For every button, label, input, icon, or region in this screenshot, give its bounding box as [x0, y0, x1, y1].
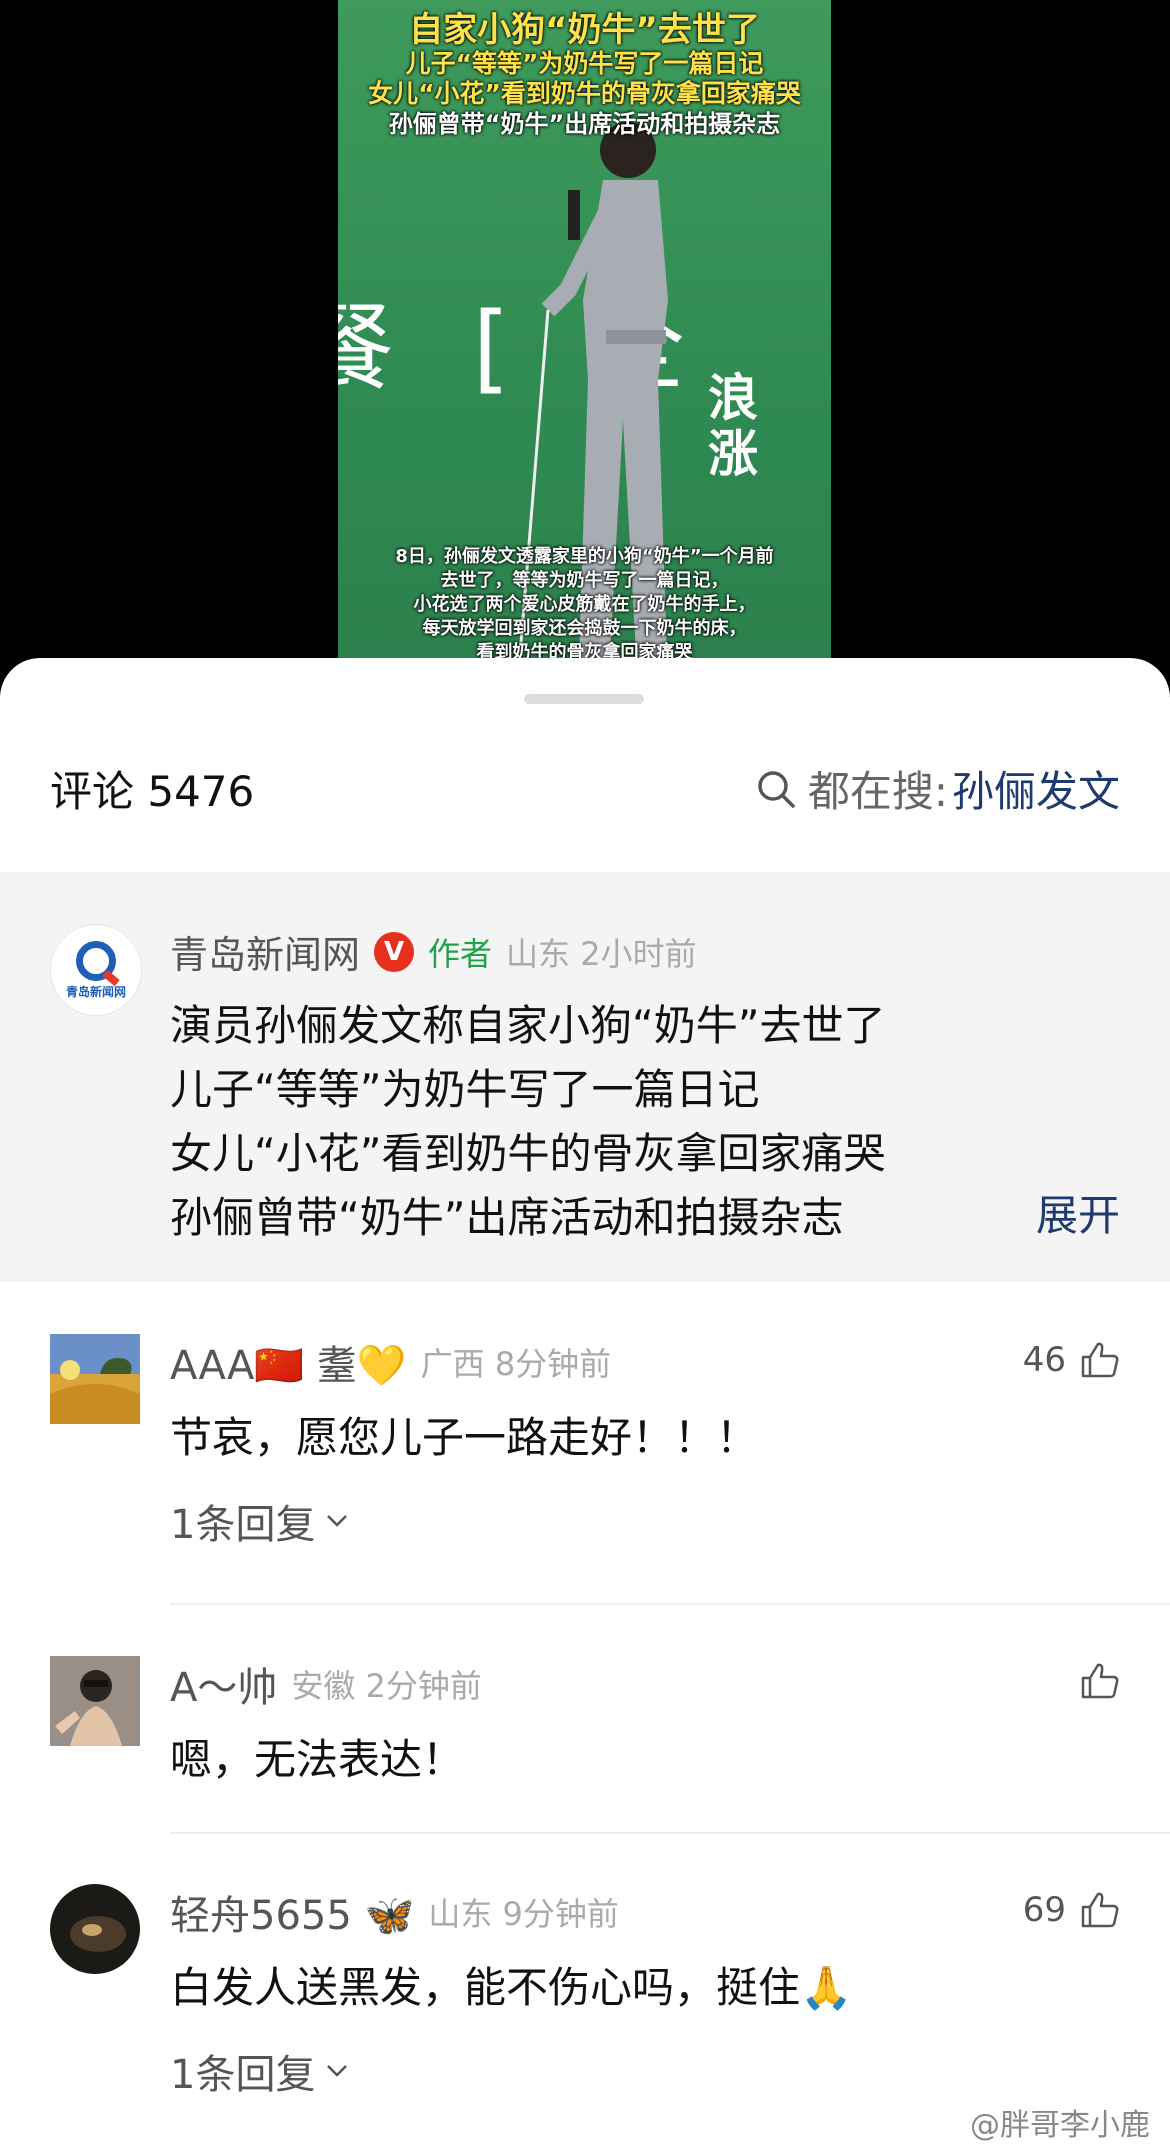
subtitle-line: 小花选了两个爱心皮筋戴在了奶牛的手上，: [413, 594, 756, 615]
comment-text: 嗯，无法表达！: [170, 1735, 465, 1784]
divider: [170, 1832, 1170, 1834]
comment-item[interactable]: A～帅 安徽 2分钟前 嗯，无法表达！: [0, 1656, 1170, 1796]
avatar[interactable]: [50, 1334, 140, 1424]
comment-item[interactable]: AAA🇨🇳 耋💛 广西 8分钟前 46 节哀，愿您儿子一路走好！！！ 1条回复: [0, 1334, 1170, 1564]
comment-author[interactable]: 轻舟5655 🦋: [170, 1883, 414, 1941]
avatar[interactable]: [50, 1884, 140, 1974]
comment-header: AAA🇨🇳 耋💛 广西 8分钟前: [170, 1334, 611, 1390]
comment-text: 节哀，愿您儿子一路走好！！！: [170, 1413, 759, 1462]
comment-header: A～帅 安徽 2分钟前: [170, 1656, 482, 1712]
comment-author[interactable]: A～帅: [170, 1655, 277, 1713]
comment-author[interactable]: AAA🇨🇳 耋💛: [170, 1333, 407, 1391]
comment-meta: 安徽 2分钟前: [291, 1667, 482, 1705]
author-header: 青岛新闻网 V 作者 山东 2小时前: [170, 924, 697, 979]
view-replies-button[interactable]: 1条回复: [170, 2042, 349, 2100]
comments-sheet: 评论 5476 都在搜: 孙俪发文 青岛新闻网 青岛新闻网 V 作者 山东 2小…: [0, 658, 1170, 2156]
reply-count: 1条回复: [170, 2052, 316, 2098]
channel-logo: 浪涨: [708, 369, 758, 483]
like-button[interactable]: [1066, 1662, 1120, 1700]
author-name[interactable]: 青岛新闻网: [170, 924, 360, 979]
video-frame[interactable]: 餐 [ 全 浪涨 自家小狗“奶牛”去世了 儿子“等等”为奶牛写了一篇日记 女儿“…: [338, 0, 831, 690]
hot-search-prefix: 都在搜:: [807, 767, 948, 816]
chevron-down-icon: [327, 2065, 348, 2077]
like-count: 46: [1022, 1340, 1066, 1380]
avatar[interactable]: 青岛新闻网: [50, 924, 142, 1016]
post-line: 女儿“小花”看到奶牛的骨灰拿回家痛哭: [170, 1129, 886, 1178]
thumbs-up-icon: [1081, 1892, 1119, 1928]
like-count: 69: [1022, 1890, 1066, 1930]
post-line: 儿子“等等”为奶牛写了一篇日记: [170, 1065, 760, 1114]
hot-search-topic[interactable]: 孙俪发文: [952, 758, 1120, 819]
like-button[interactable]: 69: [1023, 1890, 1120, 1930]
divider: [170, 1603, 1170, 1605]
video-player[interactable]: 餐 [ 全 浪涨 自家小狗“奶牛”去世了 儿子“等等”为奶牛写了一篇日记 女儿“…: [0, 0, 1170, 700]
avatar[interactable]: [50, 1656, 140, 1746]
reply-count: 1条回复: [170, 1502, 316, 1548]
thumbs-up-icon: [1081, 1342, 1119, 1378]
author-post-text: 演员孙俪发文称自家小狗“奶牛”去世了 儿子“等等”为奶牛写了一篇日记 女儿“小花…: [170, 994, 886, 1250]
hot-search-link[interactable]: 都在搜: 孙俪发文: [756, 758, 1120, 819]
weibo-watermark: @胖哥李小鹿: [970, 2100, 1150, 2144]
view-replies-button[interactable]: 1条回复: [170, 1492, 349, 1550]
comments-count-title: 评论 5476: [50, 767, 255, 816]
author-post[interactable]: 青岛新闻网 青岛新闻网 V 作者 山东 2小时前 演员孙俪发文称自家小狗“奶牛”…: [0, 872, 1170, 1282]
post-line: 演员孙俪发文称自家小狗“奶牛”去世了: [170, 1001, 886, 1050]
post-meta: 山东 2小时前: [506, 934, 697, 973]
expand-button[interactable]: 展开: [1036, 1182, 1120, 1243]
avatar-logo-text: 青岛新闻网: [65, 984, 126, 999]
subtitle-line: 8日，孙俪发文透露家里的小狗“奶牛”一个月前: [395, 546, 774, 567]
comment-item[interactable]: 轻舟5655 🦋 山东 9分钟前 69 白发人送黑发，能不伤心吗，挺住🙏 1条回…: [0, 1884, 1170, 2114]
watermark-text: @胖哥李小鹿: [970, 2108, 1150, 2143]
qingdao-news-logo-icon: [76, 940, 116, 981]
video-caption-line: 孙俪曾带“奶牛”出席活动和拍摄杂志: [388, 110, 781, 138]
subtitle-line: 去世了，等等为奶牛写了一篇日记，: [440, 570, 729, 591]
thumbs-up-icon: [1081, 1663, 1119, 1699]
comment-meta: 山东 9分钟前: [428, 1895, 619, 1933]
chevron-down-icon: [327, 1515, 348, 1527]
like-button[interactable]: 46: [1023, 1340, 1120, 1380]
comment-header: 轻舟5655 🦋 山东 9分钟前: [170, 1884, 619, 1940]
comments-header: 评论 5476 都在搜: 孙俪发文: [0, 758, 1170, 870]
search-icon: [758, 770, 795, 808]
video-subtitle: 8日，孙俪发文透露家里的小狗“奶牛”一个月前 去世了，等等为奶牛写了一篇日记， …: [338, 545, 831, 665]
subtitle-line: 每天放学回到家还会捣鼓一下奶牛的床，: [422, 618, 747, 639]
author-tag: 作者: [428, 934, 493, 973]
sheet-drag-handle[interactable]: [524, 694, 644, 704]
comment-meta: 广西 8分钟前: [420, 1345, 612, 1383]
verified-badge-icon: V: [374, 931, 415, 972]
comment-text: 白发人送黑发，能不伤心吗，挺住🙏: [170, 1963, 853, 2012]
post-line: 孙俪曾带“奶牛”出席活动和拍摄杂志: [170, 1193, 844, 1242]
